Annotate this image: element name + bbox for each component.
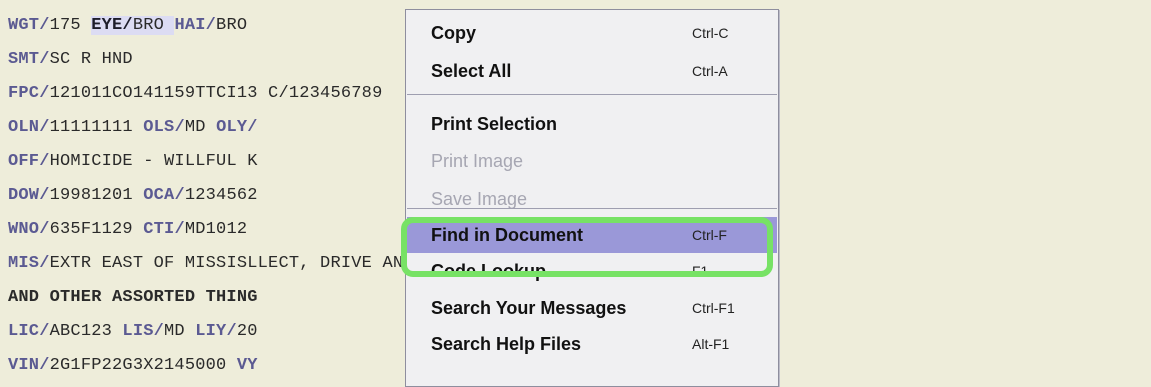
- field-value: MD1012: [184, 220, 248, 239]
- text-segment: CTI/MD1012: [143, 220, 247, 239]
- field-label: OLY/: [216, 118, 258, 137]
- menu-separator: [407, 94, 777, 95]
- field-value: 11111111: [49, 118, 144, 137]
- field-label: OLN/: [8, 118, 50, 137]
- field-value: 1234562: [184, 186, 258, 205]
- field-value: 121011CO141159TTCI13: [49, 84, 269, 103]
- menu-item-label: Print Selection: [431, 114, 558, 134]
- field-value: 175: [49, 16, 92, 35]
- field-label: CTI/: [143, 220, 185, 239]
- field-value: 20: [236, 322, 258, 341]
- menu-item-shortcut: Ctrl-F1: [692, 300, 735, 316]
- text-segment: FPC/121011CO141159TTCI13: [8, 84, 268, 103]
- menu-item-save-image: Save Image: [407, 181, 777, 217]
- text-segment: LIC/ABC123: [8, 322, 122, 341]
- menu-item-code-lookup[interactable]: Code Lookup F1: [407, 253, 777, 289]
- menu-item-search-help-files[interactable]: Search Help Files Alt-F1: [407, 326, 777, 362]
- field-value: 635F1129: [49, 220, 144, 239]
- text-segment: LIS/MD: [122, 322, 195, 341]
- record-line: MIS/EXTR EAST OF MISSISLLECT, DRIVE AND …: [8, 248, 466, 280]
- field-value: ABC123: [49, 322, 123, 341]
- menu-item-shortcut: Alt-F1: [692, 336, 730, 352]
- text-segment: WGT/175: [8, 16, 91, 35]
- menu-item-select-all[interactable]: Select All Ctrl-A: [407, 53, 777, 89]
- field-label: OFF/: [8, 152, 50, 171]
- field-label: FPC/: [8, 84, 50, 103]
- text-segment: HAI/BRO: [174, 16, 247, 35]
- field-value: HOMICIDE - WILLFUL K: [49, 152, 258, 171]
- menu-item-label: Print Image: [431, 151, 524, 171]
- text-segment: OLS/MD: [143, 118, 216, 137]
- field-value: SC R HND: [49, 50, 133, 69]
- text-segment: AND OTHER ASSORTED THING: [8, 288, 258, 307]
- record-line: VIN/2G1FP22G3X2145000 VY: [8, 350, 258, 382]
- field-label: VY: [236, 356, 258, 375]
- record-line: LIC/ABC123 LIS/MD LIY/20: [8, 316, 258, 348]
- field-value: 2G1FP22G3X2145000: [49, 356, 237, 375]
- menu-item-label: Code Lookup: [431, 261, 546, 281]
- field-label: WNO/: [8, 220, 50, 239]
- menu-item-search-your-messages[interactable]: Search Your Messages Ctrl-F1: [407, 290, 777, 326]
- field-label: LIY/: [195, 322, 237, 341]
- record-line: SMT/SC R HND: [8, 44, 133, 76]
- text-segment: DOW/19981201: [8, 186, 143, 205]
- menu-item-label: Save Image: [431, 189, 528, 209]
- text-segment: VY: [237, 356, 258, 375]
- field-label: OCA/: [143, 186, 185, 205]
- record-line: OLN/11111111 OLS/MD OLY/: [8, 112, 258, 144]
- text-segment: SMT/SC R HND: [8, 50, 133, 69]
- field-label: OLS/: [143, 118, 185, 137]
- field-label: DOW/: [8, 186, 50, 205]
- menu-item-label: Select All: [431, 61, 512, 81]
- field-label: LIS/: [122, 322, 165, 341]
- menu-item-label: Copy: [431, 23, 476, 43]
- text-segment: OLY/: [216, 118, 258, 137]
- field-label: VIN/: [8, 356, 50, 375]
- menu-item-shortcut: Ctrl-F: [692, 227, 727, 243]
- text-segment: C/123456789: [268, 84, 382, 103]
- menu-item-copy[interactable]: Copy Ctrl-C: [407, 15, 777, 51]
- field-value: BRO: [132, 16, 175, 35]
- field-value: AND OTHER ASSORTED THING: [8, 288, 258, 307]
- menu-item-label: Find in Document: [431, 225, 583, 245]
- text-segment: MIS/EXTR EAST OF MISSIS: [8, 254, 247, 273]
- text-segment: OFF/HOMICIDE - WILLFUL K: [8, 152, 258, 171]
- text-segment: LIY/20: [195, 322, 257, 341]
- record-line: FPC/121011CO141159TTCI13 C/123456789: [8, 78, 382, 110]
- text-segment: WNO/635F1129: [8, 220, 143, 239]
- record-line: WNO/635F1129 CTI/MD1012: [8, 214, 247, 246]
- menu-separator: [407, 208, 777, 209]
- menu-item-shortcut: F1: [692, 263, 709, 279]
- field-value: MD: [184, 118, 217, 137]
- record-line: DOW/19981201 OCA/1234562: [8, 180, 258, 212]
- menu-item-label: Search Help Files: [431, 334, 582, 354]
- field-value: BRO: [216, 16, 248, 35]
- context-menu: Copy Ctrl-C Select All Ctrl-A Print Selectio…: [405, 9, 779, 387]
- field-label: SMT/: [8, 50, 50, 69]
- menu-item-print-image: Print Image: [407, 143, 777, 179]
- field-value: 19981201: [49, 186, 144, 205]
- field-label: LIC/: [8, 322, 50, 341]
- menu-item-print-selection[interactable]: Print Selection: [407, 106, 777, 142]
- field-value: EXTR EAST OF MISSIS: [49, 254, 248, 273]
- menu-item-shortcut: Ctrl-C: [692, 25, 729, 41]
- menu-item-shortcut: Ctrl-A: [692, 63, 728, 79]
- field-label: HAI/: [174, 16, 217, 35]
- text-segment: OLN/11111111: [8, 118, 143, 137]
- field-label: MIS/: [8, 254, 50, 273]
- menu-item-label: Search Your Messages: [431, 298, 627, 318]
- text-segment: VIN/2G1FP22G3X2145000: [8, 356, 237, 375]
- text-segment: OCA/1234562: [143, 186, 257, 205]
- field-value: C/123456789: [268, 84, 383, 103]
- menu-item-find-in-document[interactable]: Find in Document Ctrl-F: [407, 217, 777, 253]
- record-line: WGT/175 EYE/BRO HAI/BRO: [8, 10, 247, 42]
- selected-text: EYE/BRO: [91, 16, 175, 35]
- record-line: AND OTHER ASSORTED THING: [8, 282, 258, 314]
- field-label: WGT/: [8, 16, 50, 35]
- field-label: EYE/: [91, 16, 133, 35]
- field-value: MD: [164, 322, 196, 341]
- record-line: OFF/HOMICIDE - WILLFUL K: [8, 146, 258, 178]
